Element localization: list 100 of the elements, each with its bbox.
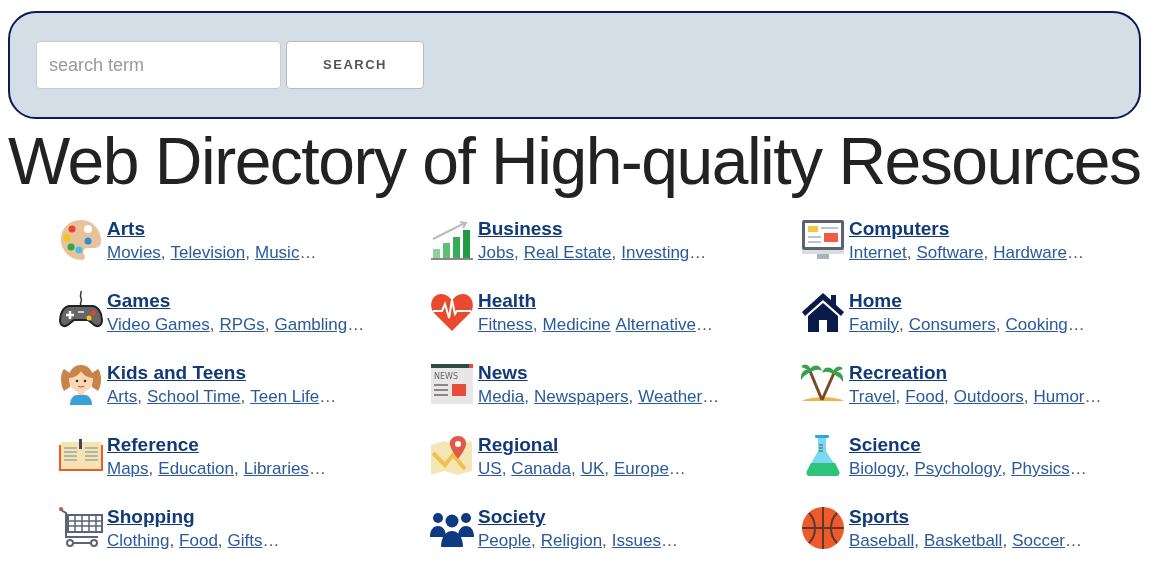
subcategory-link[interactable]: Canada bbox=[511, 457, 571, 481]
subcategory-link[interactable]: Internet bbox=[849, 241, 907, 265]
subcategory-link[interactable]: Arts bbox=[107, 385, 138, 409]
separator: , bbox=[995, 314, 1001, 336]
separator: , bbox=[264, 314, 270, 336]
search-button[interactable]: SEARCH bbox=[286, 41, 424, 89]
subcategory-link[interactable]: School Time bbox=[146, 385, 241, 409]
separator: , bbox=[240, 386, 246, 408]
category-link[interactable]: Sports bbox=[849, 505, 910, 529]
subcategory-link[interactable]: Education bbox=[158, 457, 234, 481]
separator: , bbox=[137, 386, 142, 408]
separator: , bbox=[501, 458, 507, 480]
separator: , bbox=[1002, 530, 1008, 552]
subcategory-link[interactable]: Investing bbox=[621, 241, 690, 265]
separator: , bbox=[904, 458, 910, 480]
separator: , bbox=[914, 530, 919, 552]
separator: … bbox=[702, 386, 720, 408]
subcategory-link[interactable]: Teen Life bbox=[250, 385, 320, 409]
category-link[interactable]: Business bbox=[478, 217, 563, 241]
separator: , bbox=[602, 530, 607, 552]
subcategory-link[interactable]: Outdoors bbox=[953, 385, 1024, 409]
category-link[interactable]: Arts bbox=[107, 217, 145, 241]
subcategory-link[interactable]: Television bbox=[170, 241, 246, 265]
subcategory-link[interactable]: Europe bbox=[614, 457, 669, 481]
separator: , bbox=[1001, 458, 1007, 480]
category-link[interactable]: Recreation bbox=[849, 361, 948, 385]
subcategory-link[interactable]: Issues bbox=[611, 529, 661, 553]
subcategory-link[interactable]: Consumers bbox=[908, 313, 996, 337]
category-link[interactable]: Kids and Teens bbox=[107, 361, 246, 385]
subcategory-link[interactable]: Physics bbox=[1011, 457, 1070, 481]
separator: , bbox=[604, 458, 609, 480]
separator: , bbox=[530, 530, 536, 552]
subcategory-link[interactable]: Baseball bbox=[849, 529, 915, 553]
subcategory-link[interactable]: Medicine bbox=[542, 313, 611, 337]
subcategory-link[interactable]: Gambling bbox=[274, 313, 348, 337]
subcategory-link[interactable]: Psychology bbox=[914, 457, 1002, 481]
category-link[interactable]: Reference bbox=[107, 433, 199, 457]
separator: , bbox=[1023, 386, 1029, 408]
subcategory-link[interactable]: RPGs bbox=[219, 313, 265, 337]
separator: , bbox=[160, 242, 166, 264]
category-link[interactable]: Society bbox=[478, 505, 546, 529]
subcategory-link[interactable]: Newspapers bbox=[534, 385, 629, 409]
separator: … bbox=[689, 242, 707, 264]
subcategory-link[interactable]: Weather bbox=[638, 385, 703, 409]
subcategory-link[interactable]: Soccer bbox=[1012, 529, 1066, 553]
category-link[interactable]: Science bbox=[849, 433, 921, 457]
subcategory-link[interactable]: Hardware bbox=[993, 241, 1067, 265]
palette-icon bbox=[58, 217, 104, 263]
separator: , bbox=[532, 314, 538, 336]
subcategory-link[interactable]: UK bbox=[580, 457, 605, 481]
subcategory-link[interactable]: Food bbox=[905, 385, 945, 409]
subcategory-link[interactable]: Movies bbox=[107, 241, 161, 265]
separator: , bbox=[209, 314, 215, 336]
category-link[interactable]: News bbox=[478, 361, 528, 385]
subcategory-link[interactable]: Media bbox=[478, 385, 525, 409]
subcategory-link[interactable]: Gifts bbox=[227, 529, 263, 553]
category-link[interactable]: Health bbox=[478, 289, 537, 313]
separator: … bbox=[347, 314, 365, 336]
subcategory-link[interactable]: Music bbox=[255, 241, 300, 265]
category-link[interactable]: Regional bbox=[478, 433, 559, 457]
subcategory-link[interactable]: Cooking bbox=[1005, 313, 1068, 337]
subcategory-link[interactable]: Travel bbox=[849, 385, 896, 409]
separator: , bbox=[513, 242, 519, 264]
subcategory-link[interactable]: Alternative bbox=[615, 313, 696, 337]
category-link[interactable]: Shopping bbox=[107, 505, 195, 529]
separator: , bbox=[245, 242, 250, 264]
subcategory-link[interactable]: Biology bbox=[849, 457, 905, 481]
separator: , bbox=[169, 530, 175, 552]
subcategory-link[interactable]: US bbox=[478, 457, 502, 481]
separator: … bbox=[1069, 458, 1087, 480]
separator: … bbox=[299, 242, 317, 264]
subcategory-link[interactable]: Fitness bbox=[478, 313, 533, 337]
separator: , bbox=[570, 458, 576, 480]
search-field[interactable]: search term bbox=[36, 41, 281, 89]
separator: … bbox=[668, 458, 686, 480]
subcategory-link[interactable]: Basketball bbox=[923, 529, 1003, 553]
subcategory-link[interactable]: Video Games bbox=[107, 313, 210, 337]
separator: , bbox=[217, 530, 223, 552]
separator: … bbox=[1066, 242, 1084, 264]
subcategory-link[interactable]: Software bbox=[916, 241, 984, 265]
separator: … bbox=[262, 530, 280, 552]
separator: , bbox=[906, 242, 912, 264]
subcategory-link[interactable]: Religion bbox=[540, 529, 603, 553]
category-link[interactable]: Computers bbox=[849, 217, 950, 241]
separator: , bbox=[628, 386, 634, 408]
separator: … bbox=[319, 386, 337, 408]
category-link[interactable]: Home bbox=[849, 289, 902, 313]
subcategory-link[interactable]: Humor bbox=[1033, 385, 1085, 409]
subcategory-link[interactable]: Maps bbox=[107, 457, 149, 481]
subcategory-link[interactable]: Family bbox=[849, 313, 900, 337]
subcategory-link[interactable]: Clothing bbox=[107, 529, 170, 553]
separator: … bbox=[695, 314, 713, 336]
separator: … bbox=[308, 458, 326, 480]
subcategory-link[interactable]: Libraries bbox=[243, 457, 309, 481]
separator: , bbox=[983, 242, 989, 264]
subcategory-link[interactable]: Food bbox=[179, 529, 218, 553]
category-link[interactable]: Games bbox=[107, 289, 171, 313]
subcategory-link[interactable]: Jobs bbox=[478, 241, 514, 265]
subcategory-link[interactable]: Real Estate bbox=[523, 241, 612, 265]
subcategory-link[interactable]: People bbox=[478, 529, 531, 553]
